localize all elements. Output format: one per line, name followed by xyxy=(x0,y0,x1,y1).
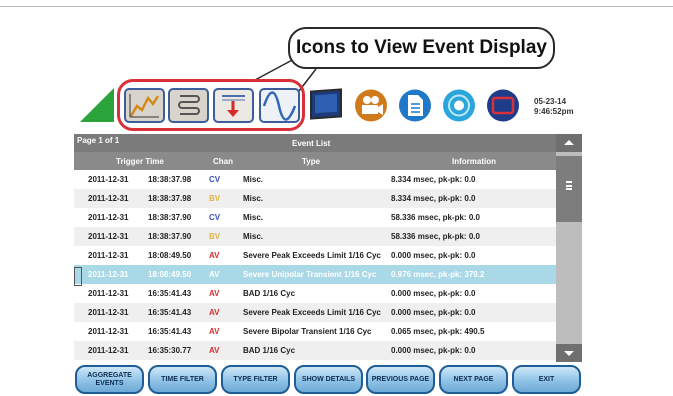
row-date: 2011-12-31 xyxy=(88,346,129,355)
row-info: 58.336 msec, pk-pk: 0.0 xyxy=(391,232,480,241)
column-header-row: Trigger Time Chan Type Information xyxy=(74,152,556,170)
type-filter-button[interactable]: TYPE FILTER xyxy=(221,365,290,394)
row-date: 2011-12-31 xyxy=(88,289,129,298)
row-chan: AV xyxy=(209,327,220,336)
status-datetime: 05-23-14 9:46:52pm xyxy=(534,97,574,117)
row-type: Misc. xyxy=(243,213,264,222)
row-date: 2011-12-31 xyxy=(88,251,129,260)
chevron-up-icon xyxy=(564,140,574,145)
row-type: BAD 1/16 Cyc xyxy=(243,346,296,355)
row-info: 8.334 msec, pk-pk: 0.0 xyxy=(391,175,476,184)
column-header-information[interactable]: Information xyxy=(452,157,496,166)
scroll-thumb[interactable] xyxy=(556,156,582,222)
row-time: 16:35:30.77 xyxy=(148,346,192,355)
document-icon[interactable] xyxy=(397,88,433,123)
time-filter-button[interactable]: TIME FILTER xyxy=(148,365,217,394)
previous-page-button[interactable]: PREVIOUS PAGE xyxy=(366,365,435,394)
row-type: Severe Bipolar Transient 1/16 Cyc xyxy=(243,327,372,336)
row-time: 18:38:37.98 xyxy=(148,194,192,203)
row-date: 2011-12-31 xyxy=(88,232,129,241)
row-time: 16:35:41.43 xyxy=(148,308,192,317)
table-row[interactable]: 2011-12-31 18:38:37.98 BV Misc. 8.334 ms… xyxy=(74,189,556,208)
row-date: 2011-12-31 xyxy=(88,213,129,222)
row-info: 0.065 msec, pk-pk: 490.5 xyxy=(391,327,485,336)
page-indicator: Page 1 of 1 xyxy=(77,136,120,145)
row-chan: AV xyxy=(209,346,220,355)
table-row[interactable]: 2011-12-31 18:38:37.90 CV Misc. 58.336 m… xyxy=(74,208,556,227)
row-selection-marker xyxy=(74,267,82,286)
row-info: 8.334 msec, pk-pk: 0.0 xyxy=(391,194,476,203)
row-info: 0.000 msec, pk-pk: 0.0 xyxy=(391,251,476,260)
row-type: Severe Unipolar Transient 1/16 Cyc xyxy=(243,270,377,279)
table-row[interactable]: 2011-12-31 18:08:49.50 AV Severe Peak Ex… xyxy=(74,246,556,265)
row-date: 2011-12-31 xyxy=(88,194,129,203)
row-time: 16:35:41.43 xyxy=(148,327,192,336)
row-time: 18:08:49.50 xyxy=(148,251,192,260)
status-triangle-icon xyxy=(80,88,114,122)
row-time: 18:38:37.90 xyxy=(148,232,192,241)
show-details-button[interactable]: SHOW DETAILS xyxy=(294,365,363,394)
row-type: Misc. xyxy=(243,175,264,184)
row-info: 0.976 msec, pk-pk: 379.2 xyxy=(391,270,485,279)
row-time: 18:38:37.90 xyxy=(148,213,192,222)
row-type: Misc. xyxy=(243,232,264,241)
screen-icon[interactable] xyxy=(485,88,521,123)
table-row-selected[interactable]: 2011-12-31 18:08:49.50 AV Severe Unipola… xyxy=(74,265,556,284)
row-chan: CV xyxy=(209,213,221,222)
chevron-down-icon xyxy=(564,351,574,356)
column-header-type[interactable]: Type xyxy=(302,157,320,166)
wireless-icon[interactable] xyxy=(441,88,477,123)
row-chan: BV xyxy=(209,232,221,241)
row-date: 2011-12-31 xyxy=(88,270,129,279)
table-row[interactable]: 2011-12-31 18:38:37.90 BV Misc. 58.336 m… xyxy=(74,227,556,246)
row-chan: AV xyxy=(209,308,220,317)
status-date: 05-23-14 xyxy=(534,97,567,106)
row-info: 0.000 msec, pk-pk: 0.0 xyxy=(391,308,476,317)
row-info: 58.336 msec, pk-pk: 0.0 xyxy=(391,213,480,222)
row-chan: BV xyxy=(209,194,221,203)
table-row[interactable]: 2011-12-31 16:35:30.77 AV BAD 1/16 Cyc 0… xyxy=(74,341,556,360)
row-date: 2011-12-31 xyxy=(88,308,129,317)
event-list-panel: Page 1 of 1 Event List Trigger Time Chan… xyxy=(74,134,582,362)
aggregate-events-button[interactable]: AGGREGATE EVENTS xyxy=(75,365,144,394)
table-row[interactable]: 2011-12-31 16:35:41.43 AV BAD 1/16 Cyc 0… xyxy=(74,284,556,303)
row-type: BAD 1/16 Cyc xyxy=(243,289,296,298)
column-header-trigger-time[interactable]: Trigger Time xyxy=(116,157,164,166)
video-icon[interactable] xyxy=(353,88,389,123)
event-list-scrollbar[interactable] xyxy=(556,134,582,362)
row-time: 16:35:41.43 xyxy=(148,289,192,298)
grip-icon xyxy=(566,181,572,190)
monitor-icon[interactable] xyxy=(305,88,345,123)
row-type: Severe Peak Exceeds Limit 1/16 Cyc xyxy=(243,308,381,317)
row-info: 0.000 msec, pk-pk: 0.0 xyxy=(391,346,476,355)
table-row[interactable]: 2011-12-31 16:35:41.43 AV Severe Peak Ex… xyxy=(74,303,556,322)
next-page-button[interactable]: NEXT PAGE xyxy=(439,365,508,394)
row-chan: AV xyxy=(209,270,220,279)
row-time: 18:08:49.50 xyxy=(148,270,192,279)
row-info: 0.000 msec, pk-pk: 0.0 xyxy=(391,289,476,298)
row-time: 18:38:37.98 xyxy=(148,175,192,184)
status-time: 9:46:52pm xyxy=(534,107,574,116)
row-type: Misc. xyxy=(243,194,264,203)
row-chan: AV xyxy=(209,251,220,260)
icon-highlight-ring xyxy=(117,79,305,131)
row-type: Severe Peak Exceeds Limit 1/16 Cyc xyxy=(243,251,381,260)
table-row[interactable]: 2011-12-31 18:38:37.98 CV Misc. 8.334 ms… xyxy=(74,170,556,189)
top-rule xyxy=(0,6,673,7)
row-chan: CV xyxy=(209,175,221,184)
table-row[interactable]: 2011-12-31 16:35:41.43 AV Severe Bipolar… xyxy=(74,322,556,341)
column-header-chan[interactable]: Chan xyxy=(213,157,233,166)
scroll-down-button[interactable] xyxy=(556,344,582,362)
row-chan: AV xyxy=(209,289,220,298)
row-date: 2011-12-31 xyxy=(88,327,129,336)
callout-label: Icons to View Event Display xyxy=(288,27,555,69)
scroll-up-button[interactable] xyxy=(556,134,582,152)
row-date: 2011-12-31 xyxy=(88,175,129,184)
event-list-title: Event List xyxy=(292,139,331,148)
event-list-title-bar: Page 1 of 1 Event List xyxy=(74,134,556,152)
exit-button[interactable]: EXIT xyxy=(512,365,581,394)
